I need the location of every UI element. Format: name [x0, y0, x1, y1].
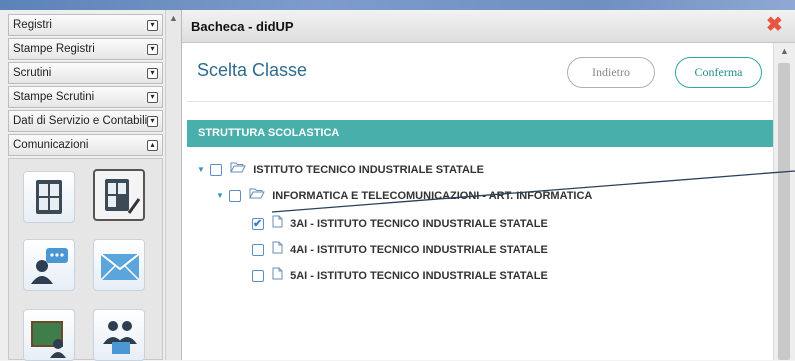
collapse-toggle-icon[interactable]: ▴: [147, 140, 158, 151]
sidebar-item-label: Dati di Servizio e Contabili: [13, 115, 148, 127]
scroll-up-icon[interactable]: ▲: [169, 13, 178, 23]
sidebar-item-dati-servizio[interactable]: Dati di Servizio e Contabili ▾: [8, 110, 163, 132]
envelope-icon: [100, 253, 140, 281]
chat-tile[interactable]: [23, 239, 75, 291]
tree-node-class-3ai[interactable]: 3AI - ISTITUTO TECNICO INDUSTRIALE STATA…: [252, 215, 548, 233]
sidebar-item-comunicazioni[interactable]: Comunicazioni ▴: [8, 134, 163, 156]
bacheca-edit-tile[interactable]: [93, 169, 145, 221]
caret-down-icon[interactable]: ▼: [216, 188, 226, 204]
folder-open-icon: [249, 188, 265, 204]
scrollbar-thumb[interactable]: [778, 63, 790, 360]
comunicazioni-tiles: [8, 158, 163, 361]
sidebar-item-label: Registri: [13, 19, 52, 31]
sidebar: Registri ▾ Stampe Registri ▾ Scrutini ▾ …: [0, 10, 181, 361]
expand-toggle-icon[interactable]: ▾: [147, 20, 158, 31]
structure-header: STRUTTURA SCOLASTICA: [187, 120, 773, 147]
sidebar-item-registri[interactable]: Registri ▾: [8, 14, 163, 36]
folder-open-icon: [230, 162, 246, 178]
window-top-bar: [0, 0, 795, 10]
document-icon: [272, 215, 283, 233]
messages-tile[interactable]: [93, 239, 145, 291]
sidebar-item-stampe-registri[interactable]: Stampe Registri ▾: [8, 38, 163, 60]
user-chat-icon: [31, 248, 68, 284]
section-title: Scelta Classe: [197, 60, 308, 80]
expand-toggle-icon[interactable]: ▾: [147, 116, 158, 127]
panel-title: Bacheca - didUP: [191, 19, 294, 34]
gruppi-tile[interactable]: [93, 309, 145, 361]
tree-checkbox[interactable]: [210, 164, 223, 177]
sidebar-item-stampe-scrutini[interactable]: Stampe Scrutini ▾: [8, 86, 163, 108]
board-edit-icon: [105, 179, 141, 214]
sidebar-item-scrutini[interactable]: Scrutini ▾: [8, 62, 163, 84]
scroll-up-icon[interactable]: ▲: [780, 46, 789, 56]
tree-node-institute[interactable]: ▼ ISTITUTO TECNICO INDUSTRIALE STATALE: [197, 162, 484, 178]
panel-content: Scelta Classe Indietro Conferma STRUTTUR…: [182, 43, 773, 360]
bacheca-panel: Bacheca - didUP ✖ Scelta Classe Indietro…: [181, 10, 795, 360]
tree-node-label: 3AI - ISTITUTO TECNICO INDUSTRIALE STATA…: [290, 218, 548, 230]
bacheca-tile[interactable]: [23, 171, 75, 223]
expand-toggle-icon[interactable]: ▾: [147, 68, 158, 79]
expand-toggle-icon[interactable]: ▾: [147, 44, 158, 55]
close-icon[interactable]: ✖: [766, 15, 783, 35]
sidebar-item-label: Stampe Scrutini: [13, 91, 95, 103]
expand-toggle-icon[interactable]: ▾: [147, 92, 158, 103]
board-grid-icon: [36, 180, 62, 214]
caret-down-icon[interactable]: ▼: [197, 162, 207, 178]
confirm-button[interactable]: Conferma: [675, 57, 762, 88]
chalkboard-icon: [31, 321, 66, 358]
main-scrollbar[interactable]: ▲: [773, 43, 795, 360]
lavagna-tile[interactable]: [23, 309, 75, 361]
tree-checkbox[interactable]: [252, 244, 264, 256]
sidebar-item-label: Scrutini: [13, 67, 52, 79]
sidebar-item-label: Stampe Registri: [13, 43, 95, 55]
tree-node-class-5ai[interactable]: 5AI - ISTITUTO TECNICO INDUSTRIALE STATA…: [252, 267, 548, 283]
tree-checkbox-checked[interactable]: [252, 216, 264, 232]
tree-node-informatica[interactable]: ▼ INFORMATICA E TELECOMUNICAZIONI - ART.…: [216, 188, 592, 204]
tree-node-class-4ai[interactable]: 4AI - ISTITUTO TECNICO INDUSTRIALE STATA…: [252, 241, 548, 257]
user-group-icon: [103, 321, 137, 354]
sidebar-scrollbar[interactable]: ▲: [165, 10, 181, 360]
document-icon: [272, 267, 283, 285]
tree-checkbox[interactable]: [229, 190, 242, 203]
sidebar-item-label: Comunicazioni: [13, 139, 89, 151]
document-icon: [272, 241, 283, 259]
tree-checkbox[interactable]: [252, 270, 264, 282]
tree-node-label: 4AI - ISTITUTO TECNICO INDUSTRIALE STATA…: [290, 244, 548, 256]
tree-node-label: INFORMATICA E TELECOMUNICAZIONI - ART. I…: [272, 190, 593, 203]
divider: [187, 101, 772, 102]
panel-header: Bacheca - didUP ✖: [182, 10, 795, 43]
back-button[interactable]: Indietro: [567, 57, 655, 88]
tree-node-label: 5AI - ISTITUTO TECNICO INDUSTRIALE STATA…: [290, 270, 548, 282]
tree-node-label: ISTITUTO TECNICO INDUSTRIALE STATALE: [253, 164, 484, 177]
